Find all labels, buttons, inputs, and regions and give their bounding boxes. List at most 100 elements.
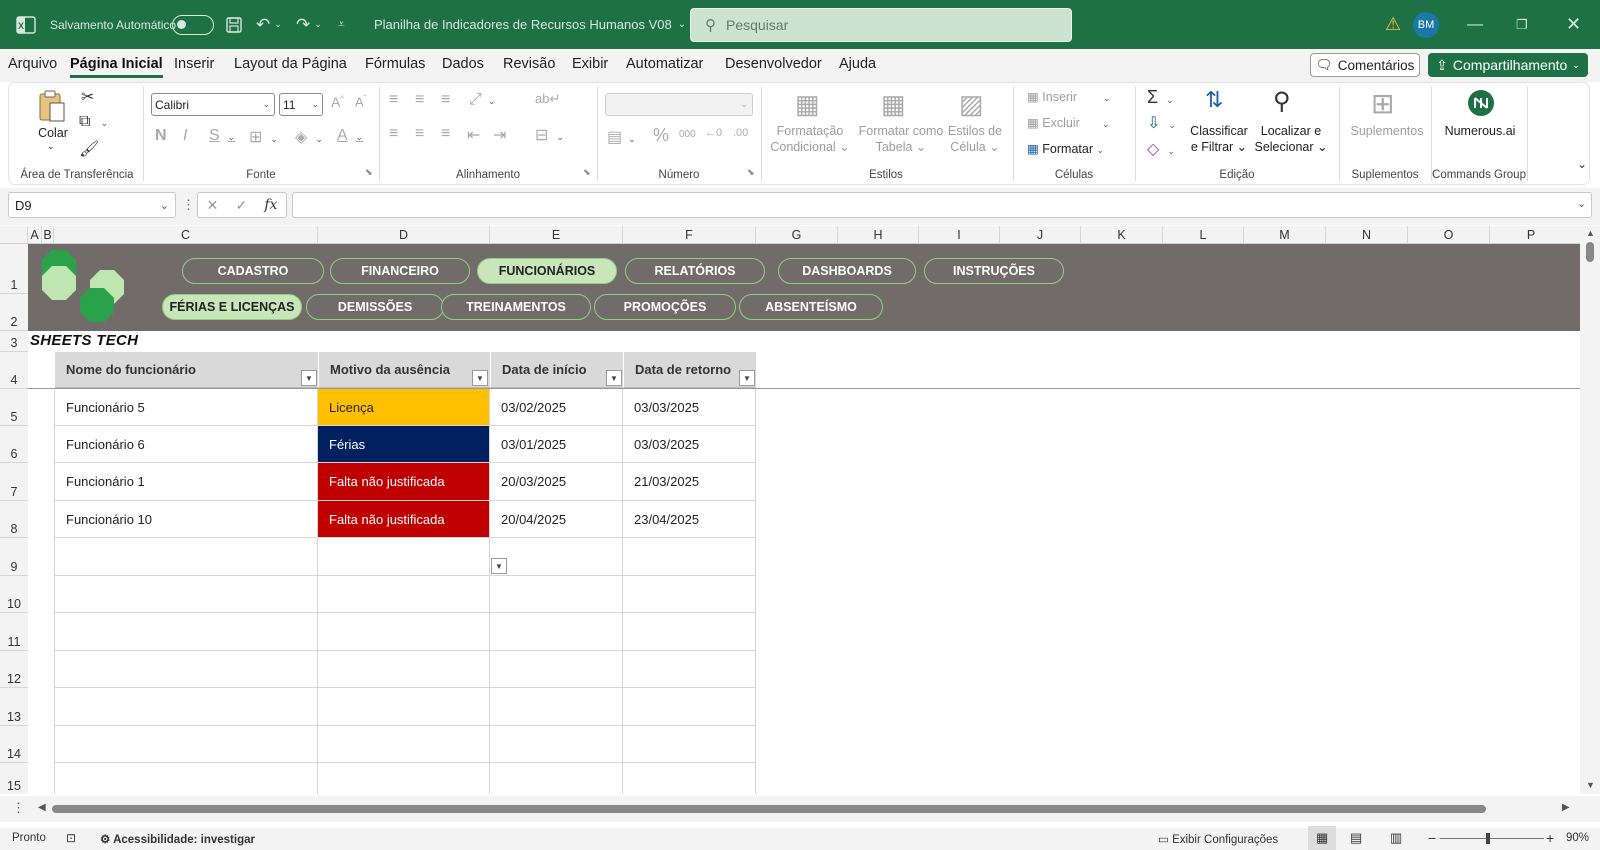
empty-cell[interactable] [55, 576, 318, 613]
filter-dropdown-icon[interactable]: ▼ [472, 370, 488, 386]
increase-indent-icon[interactable]: ⇥ [493, 125, 506, 145]
scroll-down-icon[interactable]: ▼ [1586, 780, 1595, 790]
formula-input[interactable] [292, 192, 1592, 218]
col-header-b[interactable]: B [42, 226, 54, 244]
empty-cell[interactable] [623, 726, 756, 763]
table-cell-start[interactable]: 03/01/2025 [490, 426, 623, 463]
redo-icon[interactable]: ↷ ⌄ [296, 0, 322, 49]
copy-icon[interactable]: ⧉ ⌄ [79, 113, 108, 131]
filter-dropdown-icon[interactable]: ▼ [739, 370, 755, 386]
search-box[interactable]: ⚲ Pesquisar [690, 8, 1072, 42]
borders-icon[interactable]: ⊞ ⌄ [249, 127, 278, 147]
name-box[interactable]: D9 ⌄ [8, 192, 176, 218]
orientation-icon[interactable]: ⤢ ⌄ [469, 91, 495, 109]
minimize-icon[interactable]: — [1467, 0, 1483, 49]
table-cell-name[interactable]: Funcionário 10 [55, 501, 318, 538]
table-cell-name[interactable]: Funcionário 6 [55, 426, 318, 463]
sort-filter-label[interactable]: Classificar e Filtrar ⌄ [1187, 123, 1251, 155]
table-cell-return[interactable]: 21/03/2025 [623, 463, 756, 501]
page-layout-icon[interactable]: ▤ [1350, 830, 1362, 846]
col-header-c[interactable]: C [54, 226, 318, 244]
increase-decimal-icon[interactable]: ←0 [705, 127, 722, 139]
wrap-text-icon[interactable]: ab↵ [535, 91, 560, 107]
menu-desenvolvedor[interactable]: Desenvolvedor [725, 56, 822, 72]
row-header-9[interactable]: 9 [0, 538, 28, 576]
row-header-5[interactable]: 5 [0, 389, 28, 426]
empty-cell[interactable] [55, 613, 318, 651]
filter-dropdown-icon[interactable]: ▼ [301, 370, 317, 386]
underline-icon[interactable]: S ⌄ [209, 127, 235, 145]
percent-icon[interactable]: % [653, 125, 669, 146]
select-all-corner[interactable] [0, 226, 28, 244]
empty-cell[interactable] [318, 688, 490, 726]
row-header-2[interactable]: 2 [0, 294, 28, 331]
menu-layout[interactable]: Layout da Página [234, 56, 347, 72]
empty-cell[interactable] [318, 613, 490, 651]
fill-icon[interactable]: ⇩ ⌄ [1147, 113, 1176, 133]
zoom-slider-thumb[interactable] [1486, 833, 1490, 844]
comments-button[interactable]: 🗨 Comentários [1310, 53, 1420, 77]
increase-font-icon[interactable]: A^ [331, 94, 344, 110]
empty-cell[interactable] [490, 763, 623, 794]
nav-funcionarios[interactable]: FUNCIONÁRIOS [477, 258, 617, 284]
font-size-select[interactable]: 11 ⌄ [279, 93, 323, 116]
empty-cell[interactable] [623, 576, 756, 613]
align-center-icon[interactable]: ≡ [415, 125, 424, 143]
number-format-select[interactable]: ⌄ [605, 93, 753, 116]
menu-inserir[interactable]: Inserir [174, 56, 214, 72]
scroll-up-icon[interactable]: ▲ [1586, 228, 1595, 238]
menu-formulas[interactable]: Fórmulas [365, 56, 425, 72]
save-icon[interactable] [225, 0, 243, 49]
cancel-icon[interactable]: ✕ [207, 197, 219, 214]
format-painter-icon[interactable]: 🖌 [79, 139, 99, 159]
numerous-logo-icon[interactable] [1467, 89, 1495, 122]
table-cell-return[interactable]: 03/03/2025 [623, 426, 756, 463]
find-select-icon[interactable]: ⚲ [1273, 87, 1291, 116]
delete-cells-button[interactable]: ▦ Excluir ⌄ [1027, 115, 1109, 132]
format-cells-button[interactable]: ▦ Formatar ⌄ [1027, 141, 1104, 158]
table-cell-start[interactable]: 20/03/2025 [490, 463, 623, 501]
autosum-icon[interactable]: Σ ⌄ [1147, 87, 1174, 108]
col-header-h[interactable]: H [838, 226, 919, 244]
insert-function-icon[interactable]: fx [264, 197, 277, 213]
cell-styles-icon[interactable]: ▨ [959, 89, 984, 120]
enter-icon[interactable]: ✓ [235, 197, 247, 214]
bold-icon[interactable]: N [155, 127, 167, 145]
warning-icon[interactable]: ⚠ [1385, 0, 1401, 49]
share-button[interactable]: ⇪ Compartilhamento ⌄ [1428, 53, 1588, 77]
cell-dropdown-icon[interactable]: ▼ [491, 558, 507, 574]
align-right-icon[interactable]: ≡ [441, 125, 450, 143]
empty-cell[interactable] [623, 763, 756, 794]
nav-absenteismo[interactable]: ABSENTEÍSMO [739, 294, 883, 320]
empty-cell[interactable] [490, 688, 623, 726]
empty-cell[interactable] [55, 538, 318, 576]
font-color-icon[interactable]: A ⌄ [337, 127, 363, 145]
align-left-icon[interactable]: ≡ [389, 125, 398, 143]
table-cell-reason[interactable]: Falta não justificada [318, 501, 490, 538]
close-icon[interactable]: ✕ [1566, 0, 1581, 49]
table-cell-return[interactable]: 03/03/2025 [623, 389, 756, 426]
nav-ferias-licencas[interactable]: FÉRIAS E LICENÇAS [162, 294, 302, 320]
vertical-scrollbar[interactable]: ▲ ▼ [1580, 226, 1600, 794]
table-cell-reason[interactable]: Falta não justificada [318, 463, 490, 501]
conditional-format-icon[interactable]: ▦ [795, 89, 820, 120]
sort-filter-icon[interactable]: ⇅ [1205, 87, 1223, 113]
row-header-14[interactable]: 14 [0, 726, 28, 763]
row-header-8[interactable]: 8 [0, 501, 28, 538]
menu-revisao[interactable]: Revisão [503, 56, 555, 72]
account-avatar[interactable]: BM [1413, 0, 1439, 49]
row-header-13[interactable]: 13 [0, 688, 28, 726]
menu-ajuda[interactable]: Ajuda [839, 56, 876, 72]
vertical-scroll-thumb[interactable] [1586, 242, 1594, 262]
empty-cell[interactable] [318, 726, 490, 763]
normal-view-icon[interactable]: ▦ [1308, 826, 1336, 850]
collapse-ribbon-icon[interactable]: ⌄ [1577, 157, 1587, 171]
empty-cell[interactable] [318, 651, 490, 688]
row-header-12[interactable]: 12 [0, 651, 28, 688]
empty-cell[interactable] [55, 763, 318, 794]
fill-color-icon[interactable]: ◈ ⌄ [295, 127, 323, 147]
decrease-indent-icon[interactable]: ⇤ [467, 125, 480, 145]
merge-center-icon[interactable]: ⊟ ⌄ [535, 125, 564, 145]
empty-cell[interactable] [318, 576, 490, 613]
menu-pagina-inicial[interactable]: Página Inicial [70, 56, 163, 78]
